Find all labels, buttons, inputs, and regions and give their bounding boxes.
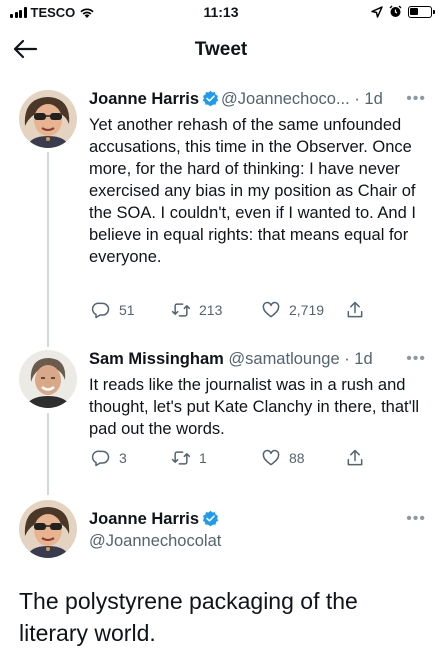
timestamp: · 1d [344, 350, 373, 368]
main-tweet-text: The polystyrene packaging of the literar… [19, 588, 358, 646]
timestamp: · 1d [354, 90, 383, 108]
tweet-actions: 51 213 2,719 [89, 300, 379, 324]
share-icon [347, 301, 363, 318]
retweet-button[interactable]: 213 [171, 300, 222, 320]
verified-badge-icon [202, 510, 219, 527]
retweet-count: 213 [199, 302, 223, 318]
handle[interactable]: @samatlounge [228, 350, 339, 368]
handle[interactable]: @Joannechoco... [221, 90, 350, 108]
like-icon [262, 301, 280, 318]
tweet-header: Sam Missingham @samatlounge · 1d [89, 350, 428, 369]
tweet-text: Yet another rehash of the same unfounded… [89, 116, 416, 266]
share-icon [347, 449, 363, 466]
thread-line [47, 413, 49, 495]
like-button[interactable]: 88 [261, 448, 305, 468]
page-title: Tweet [194, 39, 248, 60]
more-icon[interactable]: ••• [406, 510, 426, 528]
reply-icon [91, 450, 110, 467]
status-right [371, 5, 435, 18]
reply-count: 51 [119, 302, 135, 318]
reply-button[interactable]: 51 [91, 300, 135, 320]
more-icon[interactable]: ••• [406, 350, 426, 368]
tweet-actions: 3 1 88 [89, 448, 379, 472]
retweet-icon [171, 303, 191, 317]
like-count: 88 [289, 450, 305, 466]
tweet-author: Joanne Harris [89, 510, 428, 529]
like-count: 2,719 [289, 302, 325, 318]
more-icon[interactable]: ••• [406, 90, 426, 108]
location-arrow-icon [371, 5, 383, 18]
status-bar: TESCO 11:13 [0, 0, 442, 26]
retweet-button[interactable]: 1 [171, 448, 207, 468]
avatar[interactable] [19, 90, 77, 148]
display-name[interactable]: Sam Missingham [89, 350, 224, 368]
display-name[interactable]: Joanne Harris [89, 90, 199, 108]
handle[interactable]: @Joannechocolat [89, 532, 221, 550]
share-button[interactable] [345, 300, 365, 320]
share-button[interactable] [345, 448, 365, 468]
reply-icon [91, 302, 110, 319]
like-button[interactable]: 2,719 [261, 300, 324, 320]
tweet-author-handle: @Joannechocolat [89, 532, 428, 551]
reply-count: 3 [119, 450, 127, 466]
display-name[interactable]: Joanne Harris [89, 510, 199, 528]
retweet-icon [171, 451, 191, 465]
nav-bar: Tweet [0, 30, 442, 68]
tweet-header: Joanne Harris @Joannechoco... · 1d [89, 90, 428, 109]
thread-line [47, 152, 49, 347]
alarm-icon [389, 5, 402, 17]
verified-badge-icon [202, 90, 219, 107]
reply-button[interactable]: 3 [91, 448, 127, 468]
avatar[interactable] [19, 500, 77, 558]
retweet-count: 1 [199, 450, 207, 466]
tweet-text: It reads like the journalist was in a ru… [89, 376, 420, 438]
like-icon [262, 449, 280, 466]
avatar[interactable] [19, 350, 77, 408]
battery-icon [408, 5, 435, 18]
